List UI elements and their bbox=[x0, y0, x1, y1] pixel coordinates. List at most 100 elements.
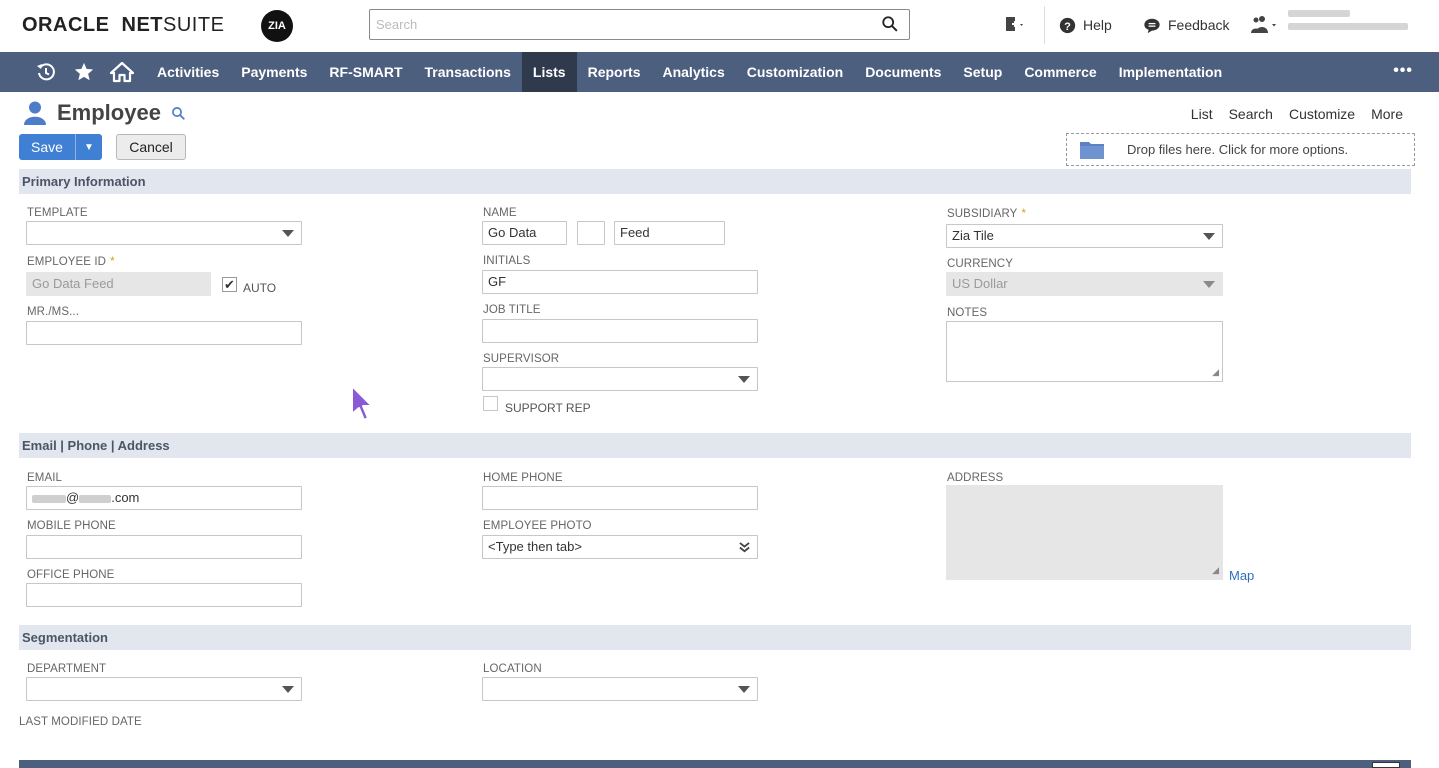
section-primary-information[interactable]: Primary Information bbox=[19, 169, 1411, 194]
middle-name-input[interactable] bbox=[577, 221, 605, 245]
nav-activities[interactable]: Activities bbox=[146, 52, 230, 92]
subsidiary-select[interactable]: Zia Tile bbox=[946, 224, 1223, 248]
chevron-down-icon bbox=[738, 376, 750, 383]
users-icon bbox=[1251, 16, 1276, 33]
nav-documents[interactable]: Documents bbox=[854, 52, 952, 92]
employee-photo-value: <Type then tab> bbox=[488, 539, 582, 554]
employee-photo-select[interactable]: <Type then tab> bbox=[482, 535, 758, 559]
nav-transactions[interactable]: Transactions bbox=[414, 52, 522, 92]
top-header: ORACLE NETSUITE ZIA ? Help Feedbac bbox=[0, 0, 1439, 52]
address-textarea: ◢ bbox=[946, 485, 1223, 580]
initials-input[interactable]: GF bbox=[482, 270, 758, 294]
role-switcher[interactable] bbox=[1250, 13, 1280, 37]
brand-net: NET bbox=[121, 14, 164, 36]
collapse-button[interactable] bbox=[1372, 762, 1400, 768]
subtabs-bar bbox=[19, 760, 1411, 768]
resize-handle-icon[interactable]: ◢ bbox=[1212, 367, 1219, 378]
template-label: TEMPLATE bbox=[27, 207, 88, 219]
home-button[interactable] bbox=[103, 52, 141, 92]
header-divider bbox=[1044, 6, 1045, 44]
feedback-icon bbox=[1144, 18, 1160, 33]
company-logo[interactable]: ZIA bbox=[261, 10, 293, 42]
section-segmentation[interactable]: Segmentation bbox=[19, 625, 1411, 650]
brand-oracle: ORACLE bbox=[22, 14, 110, 36]
list-link[interactable]: List bbox=[1191, 106, 1213, 122]
nav-more-icon[interactable]: ••• bbox=[1393, 52, 1413, 90]
section-email-phone-address[interactable]: Email | Phone | Address bbox=[19, 433, 1411, 458]
global-search-input[interactable] bbox=[374, 10, 854, 38]
email-input[interactable]: @ .com bbox=[26, 486, 302, 510]
first-name-input[interactable]: Go Data bbox=[482, 221, 567, 245]
help-label: Help bbox=[1083, 17, 1112, 33]
search-link[interactable]: Search bbox=[1229, 106, 1273, 122]
template-select[interactable] bbox=[26, 221, 302, 245]
initials-label: INITIALS bbox=[483, 255, 531, 267]
nav-setup[interactable]: Setup bbox=[952, 52, 1013, 92]
global-search-box[interactable] bbox=[369, 9, 910, 40]
notes-textarea[interactable]: ◢ bbox=[946, 321, 1223, 382]
email-at: @ bbox=[66, 490, 80, 505]
address-label: ADDRESS bbox=[947, 472, 1004, 484]
feedback-button[interactable]: Feedback bbox=[1143, 13, 1229, 37]
mr-ms-input[interactable] bbox=[26, 321, 302, 345]
save-button[interactable]: Save ▼ bbox=[19, 134, 102, 160]
employee-photo-label: EMPLOYEE PHOTO bbox=[483, 520, 592, 532]
page-title: Employee bbox=[22, 100, 186, 126]
map-link[interactable]: Map bbox=[1229, 568, 1254, 583]
supervisor-select[interactable] bbox=[482, 367, 758, 391]
user-account-info[interactable] bbox=[1288, 10, 1408, 36]
office-phone-input[interactable] bbox=[26, 583, 302, 607]
supervisor-label: SUPERVISOR bbox=[483, 353, 560, 365]
nav-customization[interactable]: Customization bbox=[736, 52, 854, 92]
nav-rf-smart[interactable]: RF-SMART bbox=[318, 52, 413, 92]
recent-records-button[interactable] bbox=[27, 52, 65, 92]
last-name-input[interactable]: Feed bbox=[614, 221, 725, 245]
support-rep-checkbox[interactable] bbox=[483, 396, 498, 411]
netsuite-logo[interactable]: ORACLE NETSUITE bbox=[22, 14, 224, 37]
employee-id-field: Go Data Feed bbox=[26, 272, 211, 296]
email-user-redacted bbox=[32, 494, 66, 503]
subsidiary-label-text: SUBSIDIARY bbox=[947, 208, 1018, 220]
location-select[interactable] bbox=[482, 677, 758, 701]
auto-checkbox[interactable]: ✔ bbox=[222, 277, 237, 292]
file-dropzone[interactable]: Drop files here. Click for more options. bbox=[1066, 133, 1415, 166]
svg-text:?: ? bbox=[1064, 20, 1071, 32]
required-icon: * bbox=[110, 256, 115, 268]
nav-lists[interactable]: Lists bbox=[521, 52, 577, 92]
mobile-phone-label: MOBILE PHONE bbox=[27, 520, 116, 532]
department-select[interactable] bbox=[26, 677, 302, 701]
home-icon bbox=[110, 61, 134, 83]
nav-implementation[interactable]: Implementation bbox=[1108, 52, 1233, 92]
user-role-redacted bbox=[1288, 23, 1408, 30]
currency-select: US Dollar bbox=[946, 272, 1223, 296]
save-label[interactable]: Save bbox=[19, 134, 75, 160]
nav-payments[interactable]: Payments bbox=[230, 52, 318, 92]
chevron-down-icon bbox=[282, 686, 294, 693]
job-title-input[interactable] bbox=[482, 319, 758, 343]
help-button[interactable]: ? Help bbox=[1059, 13, 1112, 37]
person-icon bbox=[24, 101, 46, 125]
subsidiary-label: SUBSIDIARY * bbox=[947, 208, 1026, 220]
create-new-button[interactable] bbox=[1003, 13, 1025, 37]
chevron-down-icon bbox=[1203, 281, 1215, 288]
home-phone-input[interactable] bbox=[482, 486, 758, 510]
record-search-icon[interactable] bbox=[171, 106, 186, 121]
more-link[interactable]: More bbox=[1371, 106, 1403, 122]
nav-commerce[interactable]: Commerce bbox=[1013, 52, 1107, 92]
customize-link[interactable]: Customize bbox=[1289, 106, 1355, 122]
cancel-button[interactable]: Cancel bbox=[116, 134, 186, 160]
double-chevron-down-icon[interactable] bbox=[739, 542, 750, 553]
nav-reports[interactable]: Reports bbox=[577, 52, 652, 92]
page-title-text: Employee bbox=[57, 100, 161, 125]
favorites-button[interactable] bbox=[65, 52, 103, 92]
name-label: NAME bbox=[483, 207, 517, 219]
search-icon[interactable] bbox=[881, 15, 899, 33]
mobile-phone-input[interactable] bbox=[26, 535, 302, 559]
save-dropdown-icon[interactable]: ▼ bbox=[75, 134, 102, 160]
currency-value: US Dollar bbox=[952, 276, 1008, 291]
clock-icon bbox=[37, 63, 55, 81]
chevron-down-icon bbox=[738, 686, 750, 693]
nav-analytics[interactable]: Analytics bbox=[651, 52, 735, 92]
email-domain-redacted bbox=[79, 494, 112, 503]
chevron-down-icon bbox=[1203, 233, 1215, 240]
